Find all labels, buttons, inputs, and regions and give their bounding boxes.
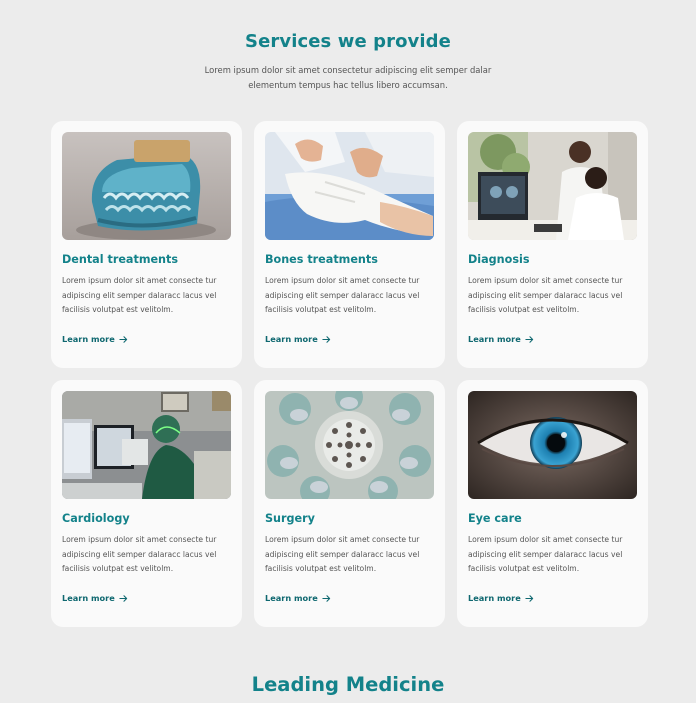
arrow-right-icon [525,594,534,603]
services-grid: Dental treatments Lorem ipsum dolor sit … [51,121,648,627]
surgeons-overhead-image [265,391,434,499]
arrow-right-icon [322,335,331,344]
service-description: Lorem ipsum dolor sit amet consecte tur … [265,535,420,574]
learn-more-label: Learn more [62,334,115,344]
service-description: Lorem ipsum dolor sit amet consecte tur … [62,276,217,315]
service-card-surgery: Surgery Lorem ipsum dolor sit amet conse… [254,380,445,627]
bandaged-leg-image [265,132,434,240]
services-page: Services we provide Lorem ipsum dolor si… [0,0,696,703]
learn-more-link[interactable]: Learn more [265,334,331,344]
service-card-dental: Dental treatments Lorem ipsum dolor sit … [51,121,242,368]
arrow-right-icon [119,335,128,344]
learn-more-label: Learn more [468,334,521,344]
service-description: Lorem ipsum dolor sit amet consecte tur … [265,276,420,315]
learn-more-label: Learn more [265,593,318,603]
service-title: Surgery [265,512,315,525]
service-title: Diagnosis [468,253,530,266]
cardiology-monitors-image [62,391,231,499]
section-subtitle: Lorem ipsum dolor sit amet consectetur a… [200,63,496,92]
service-description: Lorem ipsum dolor sit amet consecte tur … [468,276,623,315]
service-title: Eye care [468,512,522,525]
learn-more-link[interactable]: Learn more [62,334,128,344]
subtitle-line-2: elementum tempus hac tellus libero accum… [248,79,448,90]
dental-model-image [62,132,231,240]
service-card-cardiology: Cardiology Lorem ipsum dolor sit amet co… [51,380,242,627]
arrow-right-icon [119,594,128,603]
learn-more-link[interactable]: Learn more [468,334,534,344]
arrow-right-icon [525,335,534,344]
leading-medicine-title: Leading Medicine [251,673,445,696]
learn-more-link[interactable]: Learn more [62,593,128,603]
service-title: Cardiology [62,512,130,525]
learn-more-link[interactable]: Learn more [265,593,331,603]
arrow-right-icon [322,594,331,603]
learn-more-label: Learn more [468,593,521,603]
subtitle-line-1: Lorem ipsum dolor sit amet consectetur a… [204,65,492,75]
eye-closeup-image [468,391,637,499]
service-card-bones: Bones treatments Lorem ipsum dolor sit a… [254,121,445,368]
learn-more-link[interactable]: Learn more [468,593,534,603]
service-title: Bones treatments [265,253,378,266]
learn-more-label: Learn more [62,593,115,603]
service-card-diagnosis: Diagnosis Lorem ipsum dolor sit amet con… [457,121,648,368]
service-description: Lorem ipsum dolor sit amet consecte tur … [62,535,217,574]
learn-more-label: Learn more [265,334,318,344]
doctors-monitor-image [468,132,637,240]
section-title: Services we provide [245,31,451,52]
service-title: Dental treatments [62,253,179,266]
service-card-eye-care: Eye care Lorem ipsum dolor sit amet cons… [457,380,648,627]
service-description: Lorem ipsum dolor sit amet consecte tur … [468,535,623,574]
